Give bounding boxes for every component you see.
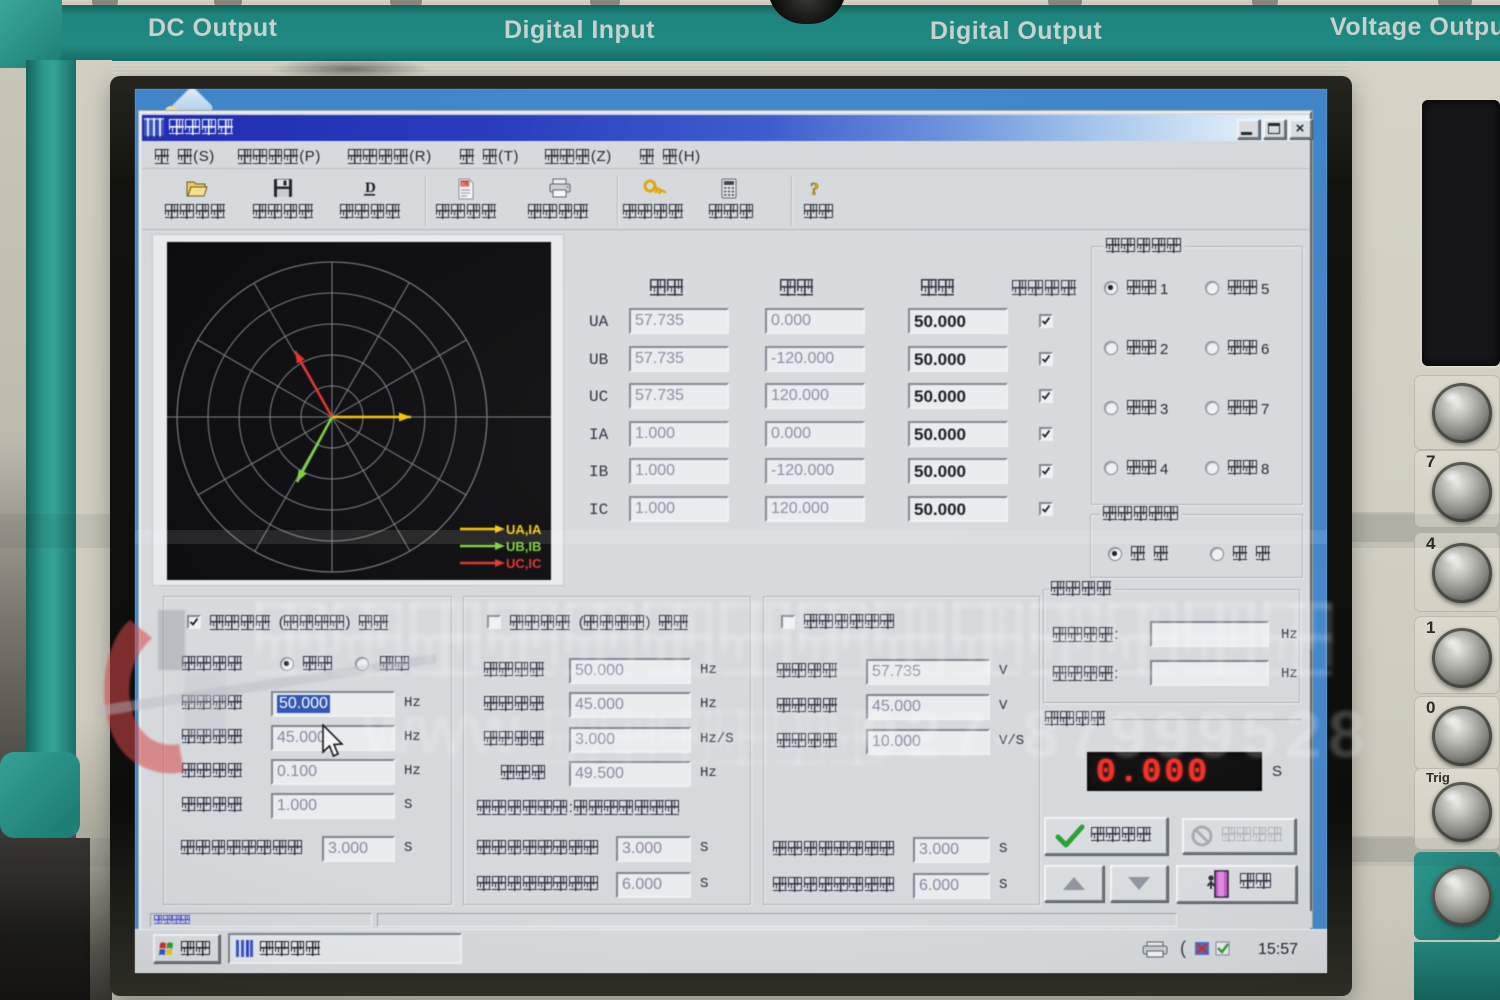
svg-text:D: D [365, 180, 376, 196]
svg-text:?: ? [810, 179, 819, 199]
svg-text:UC,IC: UC,IC [506, 556, 542, 571]
svg-text:XLS: XLS [461, 182, 471, 188]
